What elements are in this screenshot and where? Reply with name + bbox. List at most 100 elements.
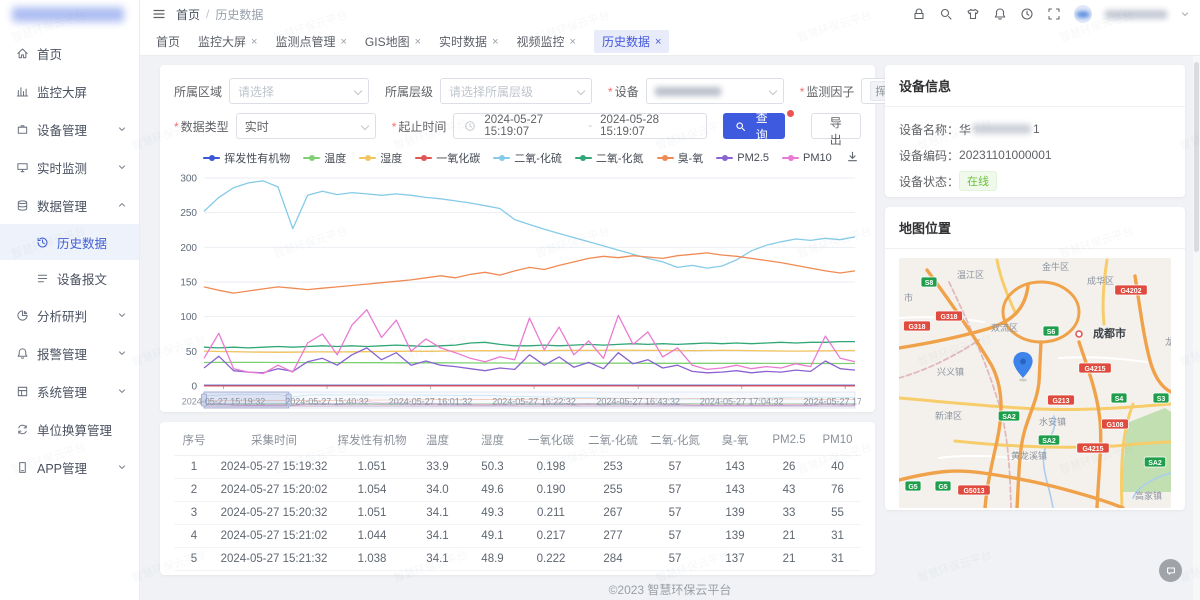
tab-首页[interactable]: 首页: [156, 33, 180, 50]
table-header-cell: PM10: [814, 426, 861, 455]
lock-icon[interactable]: [912, 7, 926, 21]
chat-fab[interactable]: [1159, 559, 1182, 582]
legend-item-湿度[interactable]: 湿度: [359, 150, 402, 166]
tab-close-icon[interactable]: ×: [570, 36, 576, 48]
location-map[interactable]: 温江区金牛区成华区双流区兴义镇新津区水安镇黄龙溪镇高家镇龙市S8S6S4S3SA…: [899, 258, 1171, 508]
time-icon[interactable]: [1020, 7, 1034, 21]
table-cell: 6: [174, 570, 214, 575]
tab-实时数据[interactable]: 实时数据×: [439, 33, 498, 50]
legend-item-二氧-化氮[interactable]: 二氧-化氮: [575, 150, 644, 166]
legend-item-挥发性有机物[interactable]: 挥发性有机物: [203, 150, 290, 166]
collapse-menu-icon[interactable]: [152, 7, 166, 21]
notification-dot: [786, 109, 795, 118]
chevron-down-icon[interactable]: [1180, 9, 1190, 19]
sidebar-item-alarm-mgmt[interactable]: 报警管理: [0, 334, 139, 372]
table-cell: 76: [814, 478, 861, 501]
history-line-chart[interactable]: 0501001502002503002024-05-27 15:19:32202…: [174, 168, 861, 412]
daterange-end: 2024-05-28 15:19:07: [600, 114, 696, 138]
x-axis-tick-label: 2024-05-27 15:19:32: [182, 397, 266, 407]
sidebar-item-unit-convert[interactable]: 单位换算管理: [0, 410, 139, 448]
table-cell: 2024-05-27 15:21:32: [214, 547, 334, 570]
road-shield-label: SA2: [1148, 460, 1162, 467]
table-cell: 34.1: [410, 524, 465, 547]
legend-item-二氧-化硫[interactable]: 二氧-化硫: [493, 150, 562, 166]
app-icon: [16, 461, 29, 474]
tab-close-icon[interactable]: ×: [655, 36, 661, 48]
tab-视频监控[interactable]: 视频监控×: [517, 33, 576, 50]
analysis-icon: [16, 309, 29, 322]
table-header-cell: 挥发性有机物: [334, 426, 410, 455]
x-axis-tick-label: 2024-05-27 15:40:32: [285, 397, 369, 407]
table-cell: 2024-05-27 15:21:02: [214, 524, 334, 547]
table-cell: 133: [706, 570, 764, 575]
table-cell: 4: [174, 524, 214, 547]
tab-close-icon[interactable]: ×: [415, 36, 421, 48]
sidebar-item-label: 设备管理: [37, 120, 87, 139]
table-row: 12024-05-27 15:19:321.05133.950.30.19825…: [174, 455, 861, 478]
bell-icon: [16, 347, 29, 360]
breadcrumb-home[interactable]: 首页: [176, 6, 200, 23]
tab-close-icon[interactable]: ×: [251, 36, 257, 48]
datatype-select[interactable]: 实时: [236, 113, 376, 139]
legend-item-温度[interactable]: 温度: [303, 150, 346, 166]
tab-监测点管理[interactable]: 监测点管理×: [275, 33, 346, 50]
device-name-row: 设备名称： 华1: [899, 116, 1171, 142]
tab-close-icon[interactable]: ×: [340, 36, 346, 48]
table-cell: 21: [764, 524, 814, 547]
table-cell: 31: [814, 524, 861, 547]
fullscreen-icon[interactable]: [1047, 7, 1061, 21]
breadcrumb-current: 历史数据: [215, 6, 263, 23]
tab-监控大屏[interactable]: 监控大屏×: [198, 33, 257, 50]
sidebar-item-realtime[interactable]: 实时监测: [0, 148, 139, 186]
device-select[interactable]: [646, 78, 784, 104]
datazoom-slider[interactable]: 2024-05-27 15:19:322024-05-27 15:40:3220…: [182, 392, 861, 408]
level-select[interactable]: 请选择所属层级: [440, 78, 592, 104]
region-select[interactable]: 请选择: [229, 78, 369, 104]
tab-close-icon[interactable]: ×: [492, 36, 498, 48]
table-header-cell: PM2.5: [764, 426, 814, 455]
search-icon[interactable]: [939, 7, 953, 21]
sidebar-item-device-mgmt[interactable]: 设备管理: [0, 110, 139, 148]
map-card: 地图位置: [885, 207, 1185, 510]
sidebar-item-home[interactable]: 首页: [0, 34, 139, 72]
download-icon[interactable]: [846, 150, 859, 166]
theme-icon[interactable]: [966, 7, 980, 21]
legend-item-PM10[interactable]: PM10: [782, 152, 832, 164]
table-cell: 49.3: [465, 501, 520, 524]
sidebar-item-analysis[interactable]: 分析研判: [0, 296, 139, 334]
legend-item-臭-氧[interactable]: 臭-氧: [657, 150, 704, 166]
sidebar-item-history-data[interactable]: 历史数据: [0, 224, 139, 260]
legend-item-一氧化碳[interactable]: 一氧化碳: [415, 150, 480, 166]
avatar[interactable]: [1074, 5, 1092, 23]
table-cell: 2024-05-27 15:22:02: [214, 570, 334, 575]
search-button[interactable]: 查询: [723, 113, 784, 139]
sidebar-item-data-mgmt[interactable]: 数据管理: [0, 186, 139, 224]
table-cell: 48.6: [465, 570, 520, 575]
sidebar-item-label: 报警管理: [37, 344, 87, 363]
sidebar-item-system-mgmt[interactable]: 系统管理: [0, 372, 139, 410]
history-icon: [36, 236, 49, 249]
page-scrollbar[interactable]: [1193, 56, 1200, 600]
map-city-label: 成都市: [1093, 326, 1126, 340]
legend-label: 一氧化碳: [436, 150, 480, 166]
tab-历史数据[interactable]: 历史数据×: [594, 30, 669, 53]
tab-GIS地图[interactable]: GIS地图×: [365, 33, 421, 50]
legend-label: 二氧-化硫: [514, 150, 562, 166]
table-header-cell: 序号: [174, 426, 214, 455]
sidebar-item-device-report[interactable]: 设备报文: [0, 260, 139, 296]
list-icon: [36, 272, 49, 285]
daterange-input[interactable]: 2024-05-27 15:19:07 - 2024-05-28 15:19:0…: [453, 113, 707, 139]
sidebar-item-label: 数据管理: [37, 196, 87, 215]
bell-icon[interactable]: [993, 7, 1007, 21]
location-pin-icon: [1013, 352, 1032, 382]
road-shield-label: S6: [1047, 329, 1056, 336]
scrollbar-thumb[interactable]: [1194, 62, 1199, 252]
daterange-label: 起止时间: [392, 118, 447, 135]
sidebar-item-app-mgmt[interactable]: APP管理: [0, 448, 139, 486]
export-button[interactable]: 导出: [811, 113, 861, 139]
legend-item-PM2.5[interactable]: PM2.5: [716, 152, 769, 164]
table-cell: 0.211: [520, 501, 582, 524]
city-marker: [1076, 331, 1082, 337]
region-label: 所属区域: [174, 83, 222, 100]
sidebar-item-big-screen[interactable]: 监控大屏: [0, 72, 139, 110]
